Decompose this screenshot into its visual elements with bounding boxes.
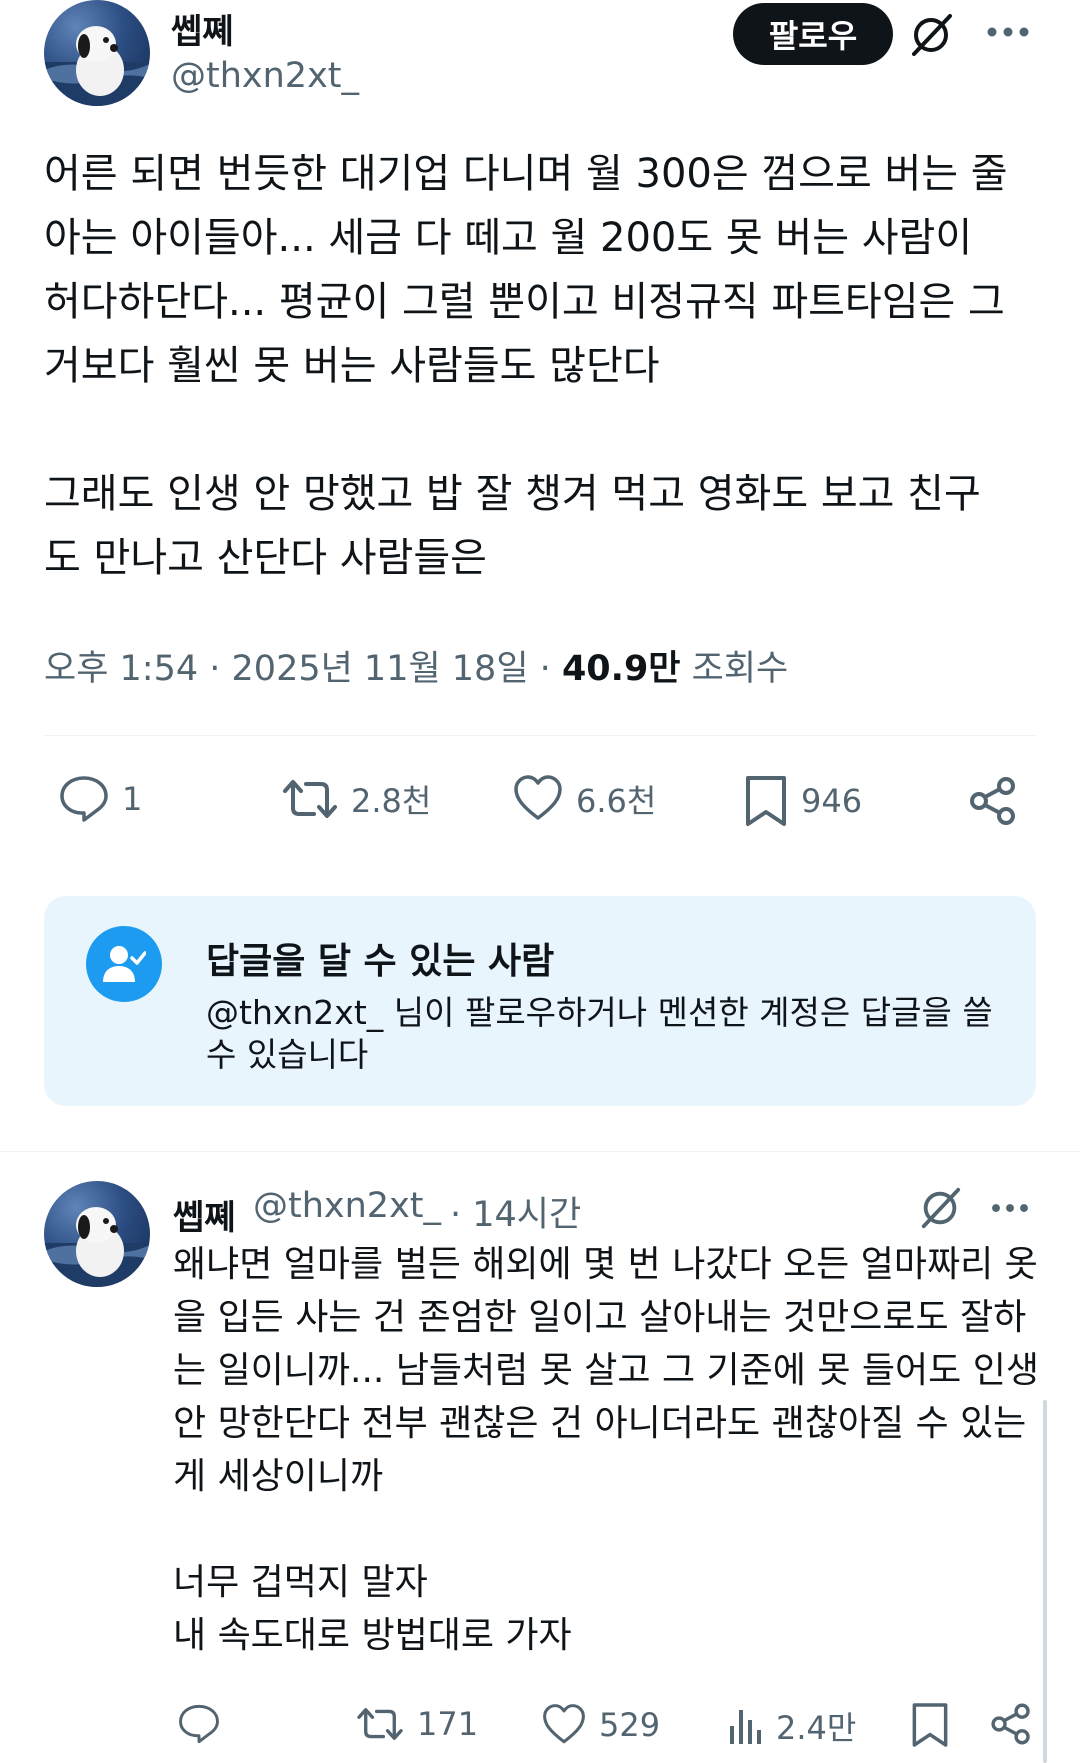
reply-views-button[interactable]: 2.4만 <box>728 1703 856 1749</box>
author-handle[interactable]: @thxn2xt_ <box>171 56 359 96</box>
repost-count: 2.8천 <box>351 782 432 820</box>
views-icon <box>730 1710 761 1744</box>
share-icon[interactable] <box>988 1701 1034 1747</box>
repost-icon <box>357 1708 403 1740</box>
reply-author-avatar[interactable] <box>44 1181 150 1287</box>
reply-repost-count: 171 <box>417 1705 479 1743</box>
reply-like-button[interactable]: 529 <box>541 1703 660 1747</box>
reply-icon <box>60 776 108 822</box>
post-meta: 오후 1:54 · 2025년 11월 18일 · 40.9만 조회수 <box>44 649 789 689</box>
divider <box>0 1151 1080 1152</box>
bookmark-button[interactable]: 946 <box>743 774 862 828</box>
author-avatar[interactable] <box>44 0 150 106</box>
like-button[interactable]: 6.6천 <box>512 774 656 824</box>
reply-text: 왜냐면 얼마를 벌든 해외에 몇 번 나갔다 오든 얼마짜리 옷 을 입든 사는… <box>173 1244 1039 1656</box>
follow-button[interactable]: 팔로우 <box>733 3 893 65</box>
bookmark-icon <box>746 776 786 826</box>
reply-time[interactable]: · 14시간 <box>450 1186 581 1237</box>
reply-restriction-title: 답글을 달 수 있는 사람 <box>206 941 555 982</box>
grok-icon[interactable] <box>908 12 954 58</box>
author-name[interactable]: 쎕쪠 <box>171 4 234 53</box>
reply-views-count: 2.4만 <box>776 1709 857 1747</box>
repost-icon <box>283 780 337 818</box>
views-count: 40.9만 <box>561 649 681 689</box>
more-icon[interactable] <box>986 24 1030 40</box>
like-icon <box>543 1704 585 1744</box>
divider <box>44 735 1036 736</box>
bookmark-count: 946 <box>801 782 863 820</box>
bookmark-icon[interactable] <box>910 1701 950 1749</box>
repost-button[interactable]: 2.8천 <box>281 774 431 824</box>
views-label: 조회수 <box>691 649 789 689</box>
user-check-icon <box>86 926 162 1002</box>
reply-count: 1 <box>122 780 143 818</box>
reply-button[interactable]: 1 <box>58 774 142 824</box>
share-icon[interactable] <box>966 774 1020 828</box>
scrollbar[interactable] <box>1043 1400 1047 1763</box>
reply-author-handle[interactable]: @thxn2xt_ <box>253 1186 441 1226</box>
post-time[interactable]: 오후 1:54 <box>44 649 198 689</box>
more-icon[interactable] <box>990 1201 1030 1215</box>
post-date[interactable]: 2025년 11월 18일 <box>232 649 529 689</box>
reply-restriction-description: @thxn2xt_ 님이 팔로우하거나 멘션한 계정은 답글을 쓸 수 있습니다 <box>206 993 993 1074</box>
reply-repost-button[interactable]: 171 <box>355 1703 478 1745</box>
like-icon <box>514 775 562 820</box>
reply-restriction-box: 답글을 달 수 있는 사람 @thxn2xt_ 님이 팔로우하거나 멘션한 계정… <box>44 896 1036 1106</box>
like-count: 6.6천 <box>576 782 657 820</box>
post-text: 어른 되면 번듯한 대기업 다니며 월 300은 껌으로 버는 줄 아는 아이들… <box>44 151 1008 581</box>
reply-like-count: 529 <box>599 1706 661 1744</box>
reply-icon[interactable] <box>177 1703 221 1745</box>
grok-icon[interactable] <box>918 1186 962 1230</box>
reply-author-name[interactable]: 쎕쪠 <box>173 1190 236 1239</box>
